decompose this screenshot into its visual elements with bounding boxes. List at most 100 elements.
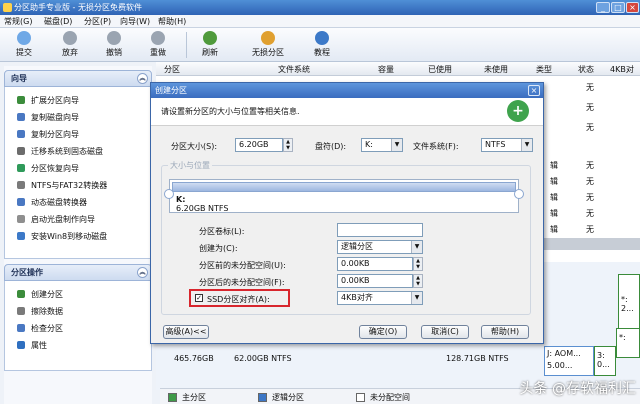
submit-button[interactable]: 提交: [10, 31, 38, 59]
undo-button[interactable]: 撤销: [100, 31, 128, 59]
menu-help[interactable]: 帮助(H): [158, 16, 186, 27]
title-bar: 分区助手专业版 - 无损分区免费软件 _ □ ×: [0, 0, 640, 15]
partition-desc: 6.20GB NTFS: [176, 204, 229, 213]
dialog-title-bar: 创建分区 ×: [151, 83, 543, 98]
size-label: 分区大小(S):: [171, 142, 218, 151]
disk-block[interactable]: 3: 0...: [594, 346, 616, 376]
table-cell: 辑: [550, 161, 558, 170]
dialog-close-button[interactable]: ×: [528, 85, 540, 96]
copy-partition-icon: [17, 130, 25, 138]
after-space-stepper[interactable]: ▲ ▼: [413, 274, 423, 288]
disk-block-label: 128.71GB NTFS: [446, 354, 509, 363]
table-cell: 辑: [550, 177, 558, 186]
filesystem-label: 文件系统(F):: [413, 142, 459, 151]
right-drag-handle[interactable]: [514, 189, 524, 199]
collapse-icon[interactable]: ︽: [137, 267, 148, 278]
create-partition-icon: [17, 290, 25, 298]
table-cell: 无: [586, 209, 594, 218]
disk-block[interactable]: *:: [616, 328, 640, 358]
redo-icon: [151, 31, 165, 45]
size-stepper[interactable]: ▲ ▼: [283, 138, 293, 152]
col-filesystem[interactable]: 文件系统: [278, 64, 310, 75]
partition-bar[interactable]: [172, 182, 516, 192]
wizard-section-body: 扩展分区向导 复制磁盘向导 复制分区向导 迁移系统到固态磁盘 分区恢复向导 NT…: [4, 87, 152, 259]
table-header: 分区 文件系统 容量 已使用 未使用 类型 状态 4KB对: [156, 62, 640, 76]
col-type[interactable]: 类型: [536, 64, 552, 75]
primary-legend-swatch: [168, 393, 177, 402]
menu-general[interactable]: 常规(G): [4, 16, 32, 27]
redo-button[interactable]: 重做: [144, 31, 172, 59]
left-drag-handle[interactable]: [164, 189, 174, 199]
windows-icon: [17, 232, 25, 240]
col-used[interactable]: 已使用: [428, 64, 452, 75]
col-capacity[interactable]: 容量: [378, 64, 394, 75]
help-button[interactable]: 帮助(H): [481, 325, 529, 339]
tutorial-icon: [315, 31, 329, 45]
menu-partition[interactable]: 分区(P): [84, 16, 111, 27]
create-partition-dialog: 创建分区 × 请设置新分区的大小与位置等相关信息. + 分区大小(S): 6.20…: [150, 82, 544, 344]
menu-wizard[interactable]: 向导(W): [120, 16, 150, 27]
refresh-button[interactable]: 刷新: [196, 31, 224, 59]
partition-slider-box[interactable]: K: 6.20GB NTFS: [169, 179, 519, 213]
table-cell: 无: [586, 225, 594, 234]
size-input[interactable]: 6.20GB: [235, 138, 283, 152]
chevron-down-icon: ▼: [391, 139, 402, 151]
partition-ops-header[interactable]: 分区操作 ︽: [4, 264, 152, 281]
wipe-icon: [17, 307, 25, 315]
toolbar-divider: [186, 32, 187, 58]
dialog-header: 请设置新分区的大小与位置等相关信息. +: [151, 98, 543, 126]
col-4kb-align[interactable]: 4KB对: [610, 64, 634, 75]
col-unused[interactable]: 未使用: [484, 64, 508, 75]
recovery-icon: [17, 164, 25, 172]
before-space-input[interactable]: 0.00KB: [337, 257, 413, 271]
disk-block[interactable]: J: AOM... 5.00...: [544, 346, 594, 376]
create-as-select[interactable]: 逻辑分区 ▼: [337, 240, 423, 254]
legend-logical: 逻辑分区: [272, 393, 304, 402]
chevron-down-icon: ▼: [521, 139, 532, 151]
after-space-input[interactable]: 0.00KB: [337, 274, 413, 288]
window-title: 分区助手专业版 - 无损分区免费软件: [14, 3, 142, 12]
chevron-down-icon: ▼: [411, 292, 422, 304]
undo-icon: [107, 31, 121, 45]
watermark: 头条 @存软福利汇: [519, 381, 636, 397]
table-cell: 无: [586, 161, 594, 170]
ok-button[interactable]: 确定(O): [359, 325, 407, 339]
table-cell: 无: [586, 193, 594, 202]
logical-legend-swatch: [258, 393, 267, 402]
table-cell: 无: [586, 83, 594, 92]
col-partition[interactable]: 分区: [164, 64, 180, 75]
menu-disk[interactable]: 磁盘(D): [44, 16, 72, 27]
filesystem-select[interactable]: NTFS ▼: [481, 138, 533, 152]
toolbar: 提交 放弃 撤销 重做 刷新 无损分区 教程: [0, 28, 640, 62]
table-cell: 无: [586, 103, 594, 112]
ssd-align-checkbox[interactable]: ✓: [195, 294, 203, 302]
selected-row[interactable]: [544, 238, 640, 250]
table-cell: 辑: [550, 209, 558, 218]
drive-letter-label: 盘符(D):: [315, 142, 347, 151]
lossless-partition-button[interactable]: 无损分区: [246, 31, 290, 59]
partition-name: K:: [176, 195, 186, 204]
minimize-button[interactable]: _: [596, 2, 610, 13]
discard-button[interactable]: 放弃: [56, 31, 84, 59]
maximize-button[interactable]: □: [611, 2, 625, 13]
collapse-icon[interactable]: ︽: [137, 73, 148, 84]
volume-label-input[interactable]: [337, 223, 423, 237]
table-cell: 无: [586, 177, 594, 186]
refresh-icon: [203, 31, 217, 45]
submit-icon: [17, 31, 31, 45]
disk-block[interactable]: *: 2...: [618, 274, 640, 334]
close-window-button[interactable]: ×: [626, 2, 639, 13]
col-status[interactable]: 状态: [578, 64, 594, 75]
properties-icon: [17, 341, 25, 349]
drive-letter-select[interactable]: K: ▼: [361, 138, 403, 152]
tutorial-button[interactable]: 教程: [308, 31, 336, 59]
cancel-button[interactable]: 取消(C): [421, 325, 469, 339]
advanced-button[interactable]: 高级(A)<<: [163, 325, 209, 339]
wizard-section-header[interactable]: 向导 ︽: [4, 70, 152, 87]
ssd-align-label: SSD分区对齐(A):: [207, 295, 270, 304]
migrate-icon: [17, 147, 25, 155]
before-space-stepper[interactable]: ▲ ▼: [413, 257, 423, 271]
chevron-down-icon: ▼: [411, 241, 422, 253]
app-logo-icon: [3, 3, 12, 12]
ssd-align-select[interactable]: 4KB对齐 ▼: [337, 291, 423, 305]
